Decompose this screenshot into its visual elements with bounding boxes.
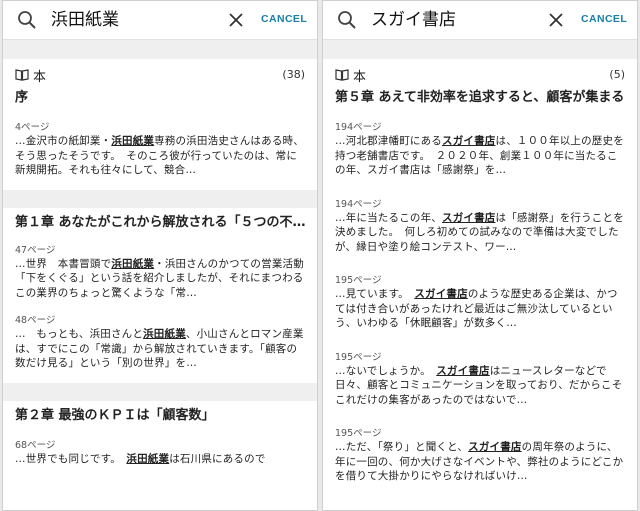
- search-result[interactable]: 68ページ …世界でも同じです。 浜田紙業は石川県にあるので: [3, 439, 317, 467]
- highlighted-term: 浜田紙業: [143, 328, 186, 340]
- highlighted-term: 浜田紙業: [111, 257, 155, 270]
- book-icon: [335, 69, 349, 81]
- result-snippet: …年に当たるこの年、スガイ書店は「感謝祭」を行うことを決めました。 何しろ初めて…: [335, 211, 624, 253]
- result-count: (5): [609, 68, 625, 81]
- page-number: 48ページ: [15, 315, 56, 326]
- chapter-title: 第１章 あなたがこれから解放される「５つの不…: [15, 214, 306, 230]
- search-bar: 浜田紙業 CANCEL: [3, 1, 317, 39]
- result-count: (38): [282, 68, 305, 81]
- page-number: 195ページ: [335, 351, 382, 363]
- search-panel-left: 浜田紙業 CANCEL 本 (38) 序 4ページ …金沢市の紙卸業・浜田紙業専…: [2, 0, 318, 511]
- highlighted-term: スガイ書店: [414, 288, 468, 300]
- book-label: 本: [353, 70, 367, 85]
- chapter-section: 序 4ページ …金沢市の紙卸業・浜田紙業専務の浜田浩史さんはある時、そう思ったそ…: [3, 89, 317, 178]
- chapter-section: 第１章 あなたがこれから解放される「５つの不… 47ページ …世界 本書冒頭で浜…: [3, 207, 317, 371]
- result-snippet: …河北郡津幡町にあるスガイ書店は、１００年以上の歴史を持つ老舗書店です。 ２０２…: [335, 135, 624, 176]
- page-number: 47ページ: [15, 244, 56, 256]
- divider: [323, 39, 637, 59]
- search-bar: スガイ書店 CANCEL: [323, 1, 637, 39]
- cancel-button[interactable]: CANCEL: [261, 13, 307, 25]
- search-result[interactable]: 195ページ …ないでしょうか。 スガイ書店はニュースレターなどで日々、顧客とコ…: [323, 351, 637, 408]
- result-snippet: …金沢市の紙卸業・浜田紙業専務の浜田浩史さんはある時、そう思ったそうです。 その…: [15, 135, 304, 176]
- divider: [3, 382, 317, 401]
- chapter-title: 第５章 あえて非効率を追求すると、顧客が集まる: [335, 90, 625, 105]
- highlighted-term: 浜田紙業: [126, 452, 170, 465]
- result-snippet: …ただ、「祭り」と聞くと、スガイ書店の周年祭のように、年に一回の、何か大げさなイ…: [335, 441, 624, 482]
- search-panel-right: スガイ書店 CANCEL 本 (5) 第５章 あえて非効率を追求すると、顧客が集…: [322, 0, 638, 511]
- divider: [3, 189, 317, 208]
- highlighted-term: スガイ書店: [442, 135, 496, 147]
- divider: [3, 39, 317, 59]
- page-number: 195ページ: [335, 275, 382, 286]
- result-snippet: …世界でも同じです。 浜田紙業は石川県にあるので: [15, 452, 266, 465]
- highlighted-term: 浜田紙業: [111, 135, 155, 147]
- search-result[interactable]: 47ページ …世界 本書冒頭で浜田紙業・浜田さんのかつての営業活動「下をくぐる」…: [3, 244, 317, 301]
- close-icon[interactable]: [547, 11, 565, 29]
- close-icon[interactable]: [227, 11, 245, 29]
- page-number: 4ページ: [15, 122, 50, 133]
- search-result[interactable]: 4ページ …金沢市の紙卸業・浜田紙業専務の浜田浩史さんはある時、そう思ったそうで…: [3, 121, 317, 178]
- book-results-header: 本 (38): [3, 59, 317, 89]
- page-number: 194ページ: [335, 122, 382, 133]
- book-results-header: 本 (5): [323, 59, 637, 89]
- book-icon: [15, 69, 29, 81]
- search-result[interactable]: 194ページ …河北郡津幡町にあるスガイ書店は、１００年以上の歴史を持つ老舗書店…: [323, 121, 637, 178]
- result-snippet: …見ています。 スガイ書店のような歴史ある企業は、かつては付き合いがあったけれど…: [335, 288, 618, 329]
- search-icon: [18, 11, 36, 29]
- page-number: 194ページ: [335, 198, 382, 210]
- result-snippet: … もっとも、浜田さんと浜田紙業、小山さんとロマン産業は、すでにこの「常識」から…: [15, 328, 304, 369]
- cancel-button[interactable]: CANCEL: [581, 13, 627, 25]
- result-snippet: …世界 本書冒頭で浜田紙業・浜田さんのかつての営業活動「下をくぐる」という話を紹…: [15, 257, 304, 299]
- chapter-section: 第２章 最強のＫＰＩは「顧客数」 68ページ …世界でも同じです。 浜田紙業は石…: [3, 400, 317, 467]
- search-icon: [338, 11, 356, 29]
- highlighted-term: スガイ書店: [436, 364, 490, 377]
- page-number: 195ページ: [335, 428, 382, 439]
- search-result[interactable]: 48ページ … もっとも、浜田さんと浜田紙業、小山さんとロマン産業は、すでにこの…: [3, 314, 317, 371]
- chapter-title: 序: [15, 90, 29, 105]
- book-label: 本: [33, 70, 47, 85]
- chapter-title: 第２章 最強のＫＰＩは「顧客数」: [15, 407, 215, 423]
- search-result[interactable]: 195ページ …見ています。 スガイ書店のような歴史ある企業は、かつては付き合い…: [323, 274, 637, 331]
- highlighted-term: スガイ書店: [442, 211, 496, 224]
- search-input[interactable]: 浜田紙業: [51, 9, 119, 31]
- page-number: 68ページ: [15, 439, 56, 451]
- result-snippet: …ないでしょうか。 スガイ書店はニュースレターなどで日々、顧客とコミュニケーショ…: [335, 364, 623, 406]
- search-result[interactable]: 194ページ …年に当たるこの年、スガイ書店は「感謝祭」を行うことを決めました。…: [323, 198, 637, 255]
- search-input[interactable]: スガイ書店: [371, 9, 456, 31]
- search-result[interactable]: 195ページ …ただ、「祭り」と聞くと、スガイ書店の周年祭のように、年に一回の、…: [323, 427, 637, 484]
- chapter-section: 第５章 あえて非効率を追求すると、顧客が集まる 194ページ …河北郡津幡町にあ…: [323, 89, 637, 484]
- highlighted-term: スガイ書店: [468, 441, 522, 453]
